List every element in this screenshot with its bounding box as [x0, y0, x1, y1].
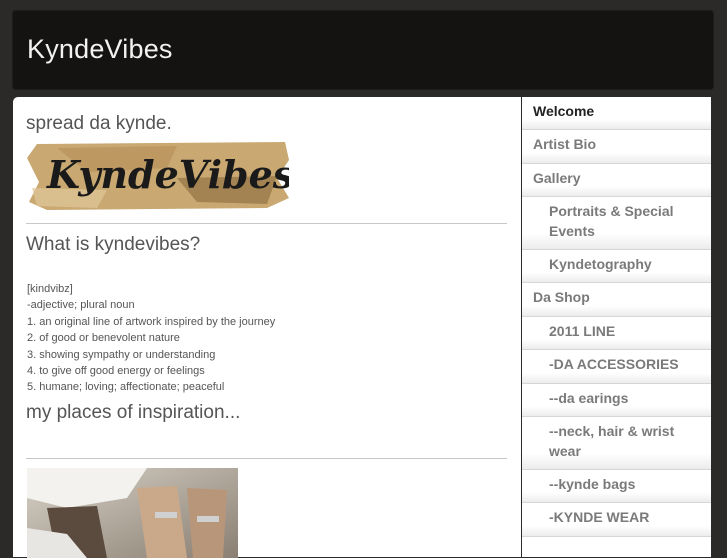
- nav-label: -DA ACCESSORIES: [549, 356, 679, 372]
- definition-list: [kindvibz] -adjective; plural noun 1. an…: [27, 281, 275, 396]
- nav-item-da-shop[interactable]: Da Shop: [522, 283, 711, 317]
- nav-label: Da Shop: [533, 289, 590, 305]
- site-title[interactable]: KyndeVibes: [27, 34, 173, 65]
- definition-line: 5. humane; loving; affectionate; peacefu…: [27, 381, 225, 394]
- heading-spread: spread da kynde.: [26, 113, 172, 134]
- nav-label: --neck, hair & wrist wear: [549, 423, 675, 459]
- definition-line: 4. to give off good energy or feelings: [27, 365, 205, 378]
- nav-label: -KYNDE WEAR: [549, 509, 650, 525]
- nav-item-da-accessories[interactable]: -DA ACCESSORIES: [522, 350, 711, 384]
- nav-item-portraits[interactable]: Portraits & Special Events: [522, 197, 711, 250]
- definition-line: 1. an original line of artwork inspired …: [27, 315, 276, 328]
- divider: [26, 223, 507, 224]
- nav-item-2011-line[interactable]: 2011 LINE: [522, 317, 711, 350]
- nav-item-neck-hair-wrist[interactable]: --neck, hair & wrist wear: [522, 417, 711, 470]
- nav-label: Welcome: [533, 103, 595, 119]
- nav-label: Kyndetography: [549, 256, 652, 272]
- nav-label: Gallery: [533, 170, 581, 186]
- heading-what: What is kyndevibes?: [26, 234, 201, 255]
- divider: [26, 458, 507, 459]
- sidebar-nav: Welcome Artist Bio Gallery Portraits & S…: [522, 97, 711, 557]
- nav-label: --da earings: [549, 390, 629, 406]
- definition-line: 2. of good or benevolent nature: [27, 332, 180, 345]
- definition-line: 3. showing sympathy or understanding: [27, 348, 216, 361]
- nav-item-artist-bio[interactable]: Artist Bio: [522, 130, 711, 164]
- nav-item-kynde-bags[interactable]: --kynde bags: [522, 470, 711, 503]
- nav-item-welcome[interactable]: Welcome: [522, 97, 711, 130]
- nav-item-kynde-wear[interactable]: -KYNDE WEAR: [522, 503, 711, 537]
- definition-line: [kindvibz]: [27, 283, 73, 295]
- logo-text: KyndeVibes: [46, 152, 289, 197]
- nav-item-gallery[interactable]: Gallery: [522, 164, 711, 197]
- nav-item-da-earings[interactable]: --da earings: [522, 384, 711, 417]
- main-content: spread da kynde. KyndeVibes What is kynd…: [13, 97, 521, 558]
- nav-label: Artist Bio: [533, 136, 596, 152]
- nav-label: 2011 LINE: [549, 323, 616, 339]
- nav-label: Portraits & Special Events: [549, 203, 674, 239]
- nav-item-kyndetography[interactable]: Kyndetography: [522, 250, 711, 283]
- heading-places: my places of inspiration...: [26, 402, 241, 423]
- definition-line: -adjective; plural noun: [27, 299, 135, 312]
- site-header: KyndeVibes: [12, 10, 714, 90]
- nav-label: --kynde bags: [549, 476, 636, 492]
- kyndevibes-logo-image: KyndeVibes: [27, 138, 294, 210]
